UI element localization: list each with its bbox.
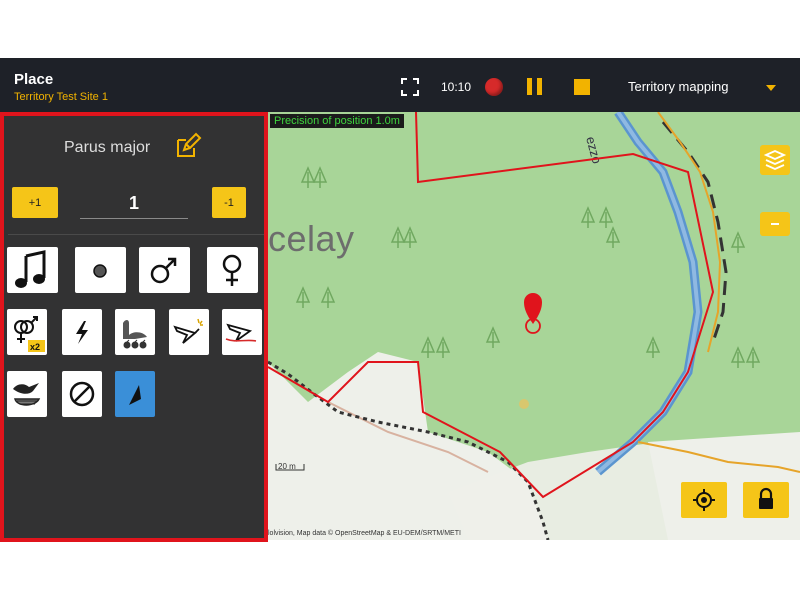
lock-button[interactable] (743, 482, 789, 518)
observed-button[interactable] (75, 247, 126, 293)
pair-icon: x2 (14, 316, 45, 352)
layers-button[interactable] (760, 145, 790, 175)
divider (8, 234, 264, 235)
flyover-button[interactable] (222, 309, 262, 355)
alarm-button[interactable] (62, 309, 102, 355)
zoom-out-button[interactable] (760, 212, 790, 236)
decrement-button[interactable]: -1 (212, 187, 246, 218)
scale-label: 20 m (278, 462, 296, 471)
session-time: 10:10 (441, 80, 472, 94)
flight-icon (173, 318, 203, 344)
place-title: Place (14, 71, 54, 88)
minus-icon (771, 223, 779, 225)
lock-icon (759, 487, 773, 509)
crosshair-icon (693, 489, 715, 511)
fullscreen-icon[interactable] (401, 78, 419, 96)
count-field[interactable]: 1 (80, 190, 188, 219)
selected-tool-button[interactable] (115, 371, 155, 417)
place-subtitle: Territory Test Site 1 (14, 91, 108, 103)
species-name: Parus major (64, 139, 151, 156)
flyover-icon (225, 323, 257, 342)
family-icon (123, 320, 147, 349)
map-attribution: lolvision, Map data © OpenStreetMap & EU… (268, 530, 461, 537)
top-bar: Place Territory Test Site 1 10:10 Territ… (0, 58, 800, 112)
mode-dropdown[interactable]: Territory mapping (628, 79, 778, 97)
flight-button[interactable] (169, 309, 209, 355)
map-place-label: celay (268, 218, 355, 259)
observation-panel: Parus major +1 1 -1 x2 (0, 112, 268, 542)
pause-icon (527, 78, 532, 95)
male-icon (150, 257, 177, 284)
cancel-button[interactable] (62, 371, 102, 417)
edit-icon[interactable] (174, 132, 202, 160)
locate-button[interactable] (681, 482, 727, 518)
song-button[interactable] (7, 247, 58, 293)
family-button[interactable] (115, 309, 155, 355)
nest-button[interactable] (7, 371, 47, 417)
nest-icon (13, 383, 41, 406)
map-view[interactable]: ezzo celay Precision of position 1.0m 20… (268, 112, 800, 540)
selected-tool-icon (129, 385, 141, 405)
song-icon (15, 250, 46, 288)
pause-button[interactable] (527, 78, 543, 95)
record-button[interactable] (485, 78, 503, 96)
cancel-icon (69, 381, 95, 407)
x2-badge: x2 (30, 342, 40, 352)
layers-icon (763, 150, 787, 170)
stop-button[interactable] (574, 79, 590, 95)
increment-button[interactable]: +1 (12, 187, 58, 218)
female-button[interactable] (207, 247, 258, 293)
pair-button[interactable]: x2 (7, 309, 47, 355)
precision-indicator: Precision of position 1.0m (270, 114, 404, 128)
dropdown-arrow-icon[interactable] (766, 85, 776, 91)
map-canvas: ezzo (268, 112, 800, 540)
observed-icon (93, 264, 107, 278)
alarm-icon (76, 321, 88, 344)
female-icon (222, 254, 242, 286)
male-button[interactable] (139, 247, 190, 293)
